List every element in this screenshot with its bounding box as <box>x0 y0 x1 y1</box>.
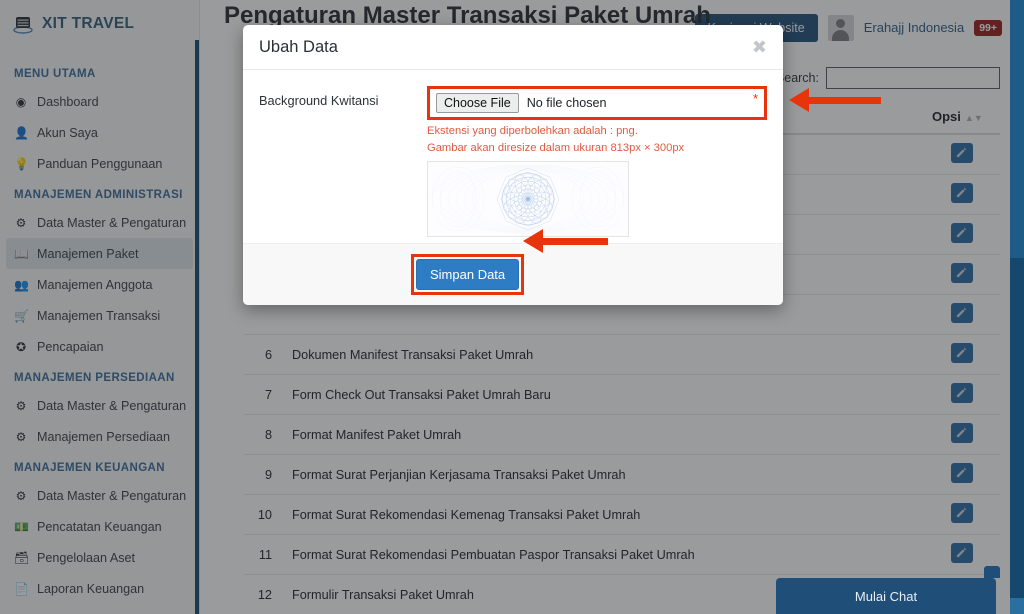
save-button[interactable]: Simpan Data <box>416 259 520 290</box>
chat-widget[interactable]: Mulai Chat <box>776 578 996 614</box>
guilloche-rosette-icon <box>431 164 625 234</box>
choose-file-button[interactable]: Choose File <box>436 93 519 113</box>
page-scrollbar-thumb[interactable] <box>1010 0 1024 258</box>
background-kwitansi-control: Choose File No file chosen * Ekstensi ya… <box>427 86 767 237</box>
page-scrollbar-button[interactable] <box>1010 598 1024 614</box>
app-root: XIT TRAVEL MENU UTAMA ◉ Dashboard 👤 Akun… <box>0 0 1024 614</box>
hint-resize: Gambar akan diresize dalam ukuran 813px … <box>427 142 685 154</box>
chat-label: Mulai Chat <box>854 588 918 604</box>
background-kwitansi-row: Background Kwitansi Choose File No file … <box>259 86 767 237</box>
modal-header: Ubah Data ✖ <box>243 25 783 70</box>
ubah-data-modal: Ubah Data ✖ Background Kwitansi Choose F… <box>243 25 783 305</box>
file-input-highlight[interactable]: Choose File No file chosen * <box>427 86 767 120</box>
required-marker: * <box>752 91 758 106</box>
save-button-highlight: Simpan Data <box>411 254 525 295</box>
modal-body: Background Kwitansi Choose File No file … <box>243 70 783 243</box>
close-icon[interactable]: ✖ <box>752 38 767 56</box>
background-preview-image <box>427 161 629 237</box>
chevron-up-icon[interactable] <box>984 566 1000 578</box>
background-kwitansi-label: Background Kwitansi <box>259 93 379 108</box>
file-status-text: No file chosen <box>526 96 607 110</box>
page-scrollbar-track[interactable] <box>1010 0 1024 614</box>
modal-title: Ubah Data <box>259 37 338 56</box>
modal-footer: Simpan Data <box>243 243 783 305</box>
hint-extension: Ekstensi yang diperbolehkan adalah : png… <box>427 125 638 137</box>
